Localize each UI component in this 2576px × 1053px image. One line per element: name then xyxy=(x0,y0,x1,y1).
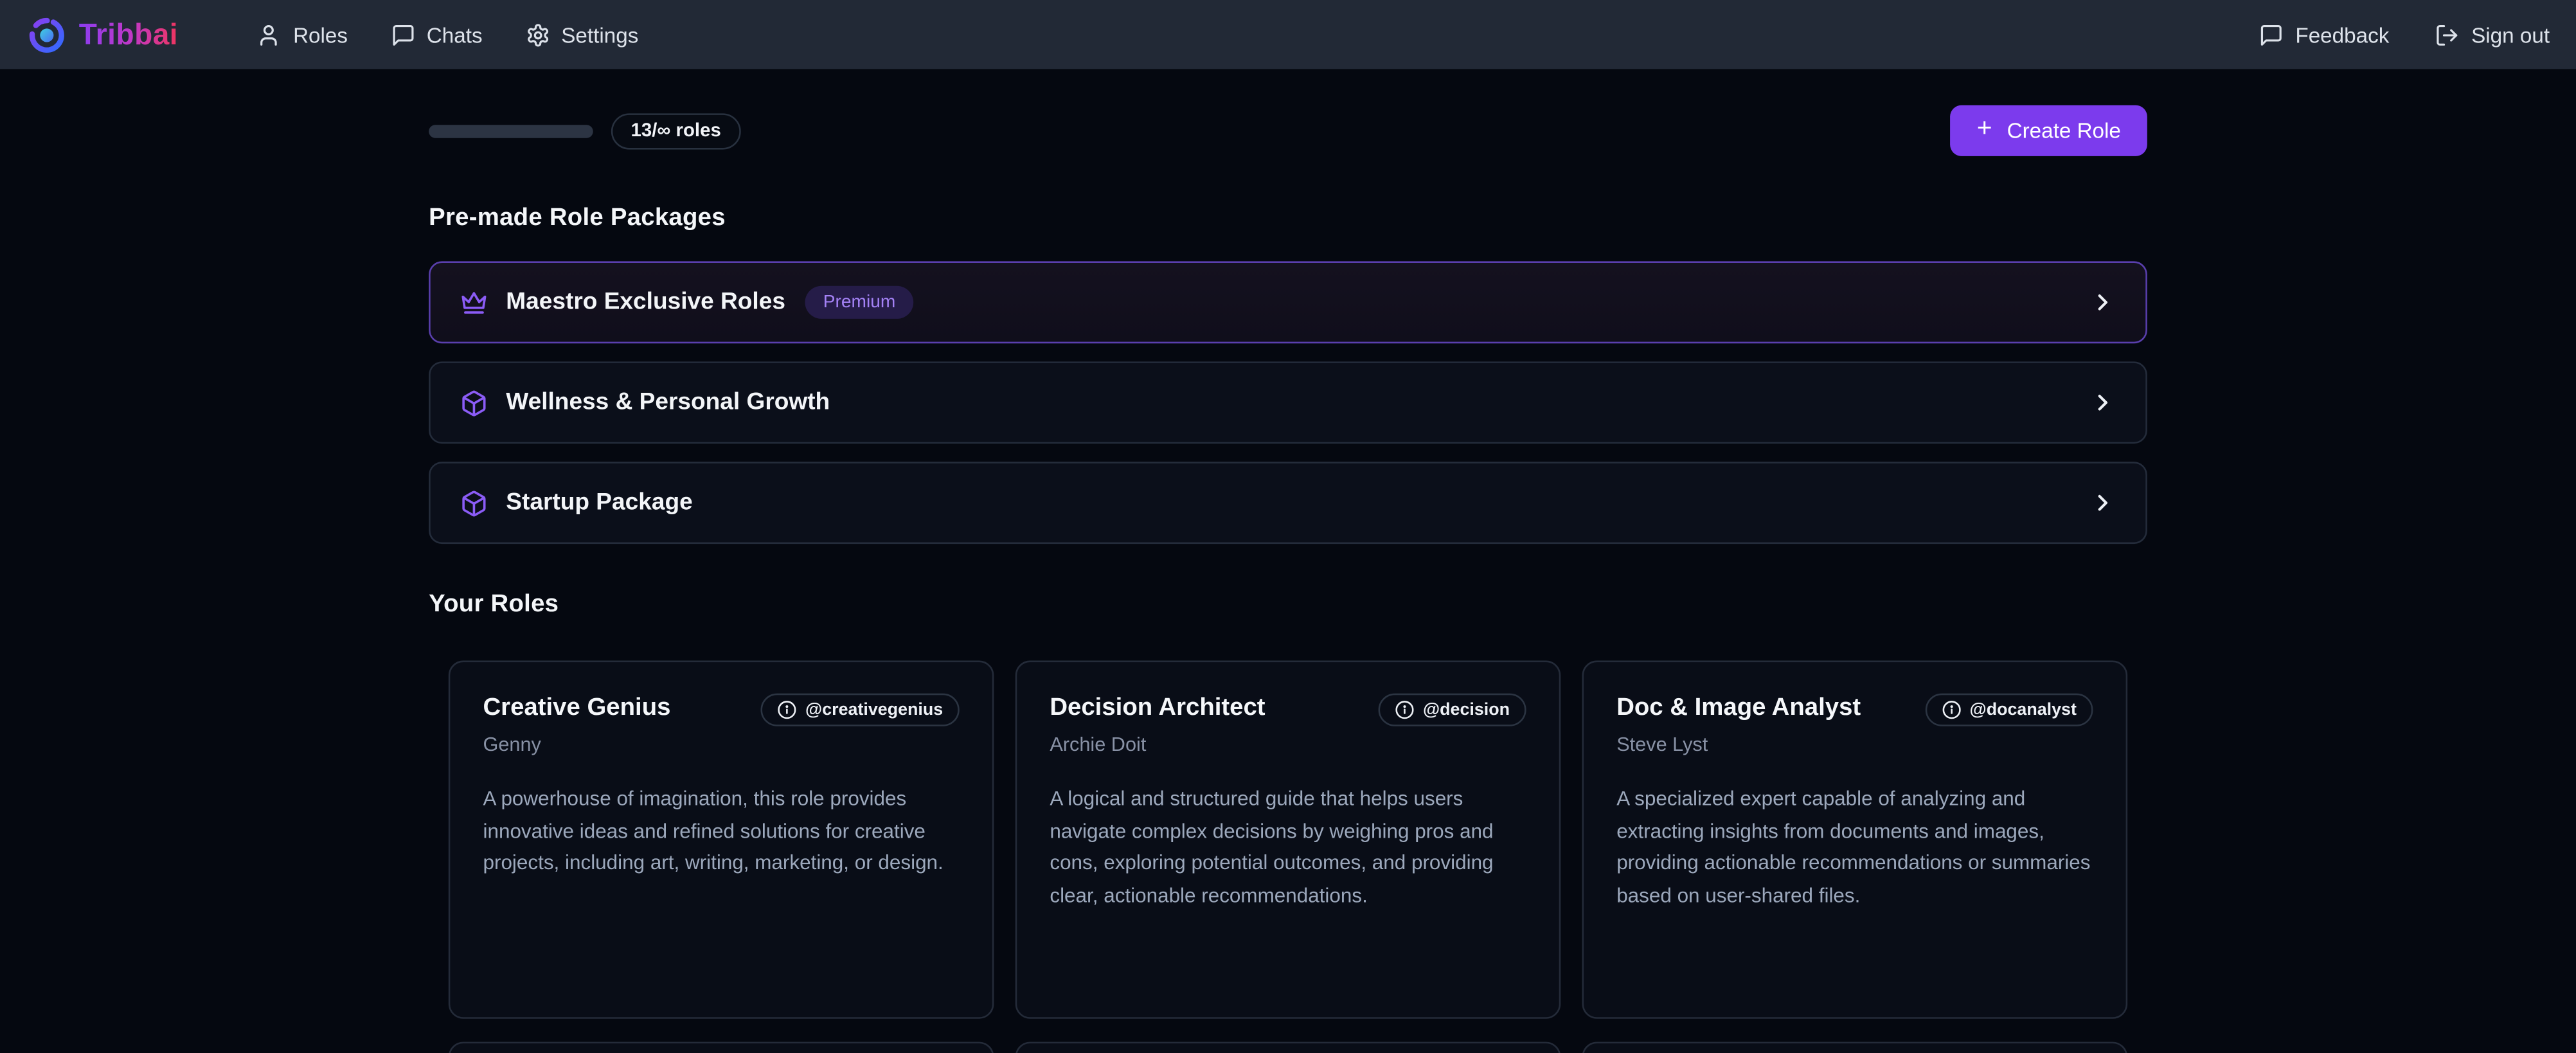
role-title: Creative Genius xyxy=(483,694,670,723)
top-navbar: Tribbai Roles Chats xyxy=(0,0,2576,69)
premium-badge: Premium xyxy=(805,286,914,319)
role-handle-badge[interactable]: @creativegenius xyxy=(761,694,960,726)
package-row-wellness[interactable]: Wellness & Personal Growth xyxy=(429,361,2147,444)
role-card-partial[interactable] xyxy=(1015,1042,1561,1053)
nav-item-label: Roles xyxy=(293,22,348,47)
role-card-creative-genius[interactable]: Creative Genius @creativegenius Genny A … xyxy=(449,661,994,1019)
app-window: Tribbai Roles Chats xyxy=(0,0,2576,1053)
role-handle: @creativegenius xyxy=(805,700,943,720)
package-row-startup[interactable]: Startup Package xyxy=(429,462,2147,544)
nav-item-settings[interactable]: Settings xyxy=(525,22,638,47)
sign-out-icon xyxy=(2435,22,2460,47)
role-handle: @docanalyst xyxy=(1970,700,2077,720)
package-icon xyxy=(460,489,488,516)
your-roles-section-title: Your Roles xyxy=(429,590,2147,618)
brand-logo[interactable]: Tribbai xyxy=(26,14,178,55)
main-content: 13/∞ roles + Create Role Pre-made Role P… xyxy=(429,105,2147,1053)
packages-section-title: Pre-made Role Packages xyxy=(429,204,2147,231)
info-icon xyxy=(1942,700,1962,720)
card-header: Decision Architect @decision xyxy=(1050,694,1526,726)
role-card-partial[interactable] xyxy=(449,1042,994,1053)
roles-usage-group: 13/∞ roles xyxy=(429,113,740,148)
role-description: A logical and structured guide that help… xyxy=(1050,784,1526,913)
nav-item-roles[interactable]: Roles xyxy=(257,22,348,47)
create-role-button[interactable]: + Create Role xyxy=(1951,105,2147,156)
feedback-button[interactable]: Feedback xyxy=(2259,22,2389,47)
feedback-label: Feedback xyxy=(2295,22,2389,47)
user-icon xyxy=(257,22,282,47)
your-roles-grid-next-row xyxy=(429,1042,2147,1053)
chat-icon xyxy=(391,22,415,47)
role-handle-badge[interactable]: @docanalyst xyxy=(1926,694,2093,726)
package-list: Maestro Exclusive Roles Premium Welln xyxy=(429,261,2147,544)
nav-item-label: Settings xyxy=(561,22,638,47)
role-card-doc-image-analyst[interactable]: Doc & Image Analyst @docanalyst Steve Ly… xyxy=(1582,661,2128,1019)
brand-name: Tribbai xyxy=(79,17,178,52)
card-header: Creative Genius @creativegenius xyxy=(483,694,959,726)
package-row-maestro[interactable]: Maestro Exclusive Roles Premium xyxy=(429,261,2147,343)
gear-icon xyxy=(525,22,550,47)
role-title: Doc & Image Analyst xyxy=(1616,694,1861,723)
plus-icon: + xyxy=(1977,116,1992,143)
role-handle-badge[interactable]: @decision xyxy=(1379,694,1526,726)
chevron-right-icon xyxy=(2089,289,2116,316)
sign-out-button[interactable]: Sign out xyxy=(2435,22,2550,47)
package-name: Startup Package xyxy=(506,490,692,516)
your-roles-grid: Creative Genius @creativegenius Genny A … xyxy=(429,661,2147,1019)
role-card-partial[interactable] xyxy=(1582,1042,2128,1053)
sign-out-label: Sign out xyxy=(2471,22,2550,47)
nav-right-group: Feedback Sign out xyxy=(2259,22,2550,47)
crown-icon xyxy=(460,289,488,316)
card-header: Doc & Image Analyst @docanalyst xyxy=(1616,694,2093,726)
role-handle: @decision xyxy=(1423,700,1510,720)
role-subtitle: Steve Lyst xyxy=(1616,733,2093,756)
chevron-right-icon xyxy=(2089,390,2116,416)
nav-item-chats[interactable]: Chats xyxy=(391,22,483,47)
create-role-label: Create Role xyxy=(2007,118,2121,143)
role-card-decision-architect[interactable]: Decision Architect @decision Archie Doit… xyxy=(1015,661,1561,1019)
role-title: Decision Architect xyxy=(1050,694,1265,723)
role-description: A powerhouse of imagination, this role p… xyxy=(483,784,959,881)
role-subtitle: Genny xyxy=(483,733,959,756)
role-subtitle: Archie Doit xyxy=(1050,733,1526,756)
package-name: Wellness & Personal Growth xyxy=(506,390,830,416)
info-icon xyxy=(1395,700,1415,720)
roles-count-badge: 13/∞ roles xyxy=(611,113,741,148)
package-name: Maestro Exclusive Roles xyxy=(506,289,785,316)
tribbai-logo-icon xyxy=(26,14,67,55)
primary-nav: Roles Chats Settings xyxy=(257,22,639,47)
package-icon xyxy=(460,389,488,417)
role-description: A specialized expert capable of analyzin… xyxy=(1616,784,2093,913)
chevron-right-icon xyxy=(2089,490,2116,516)
nav-item-label: Chats xyxy=(427,22,483,47)
info-icon xyxy=(778,700,798,720)
roles-toolbar: 13/∞ roles + Create Role xyxy=(429,105,2147,156)
feedback-icon xyxy=(2259,22,2284,47)
roles-progress-bar xyxy=(429,124,593,137)
